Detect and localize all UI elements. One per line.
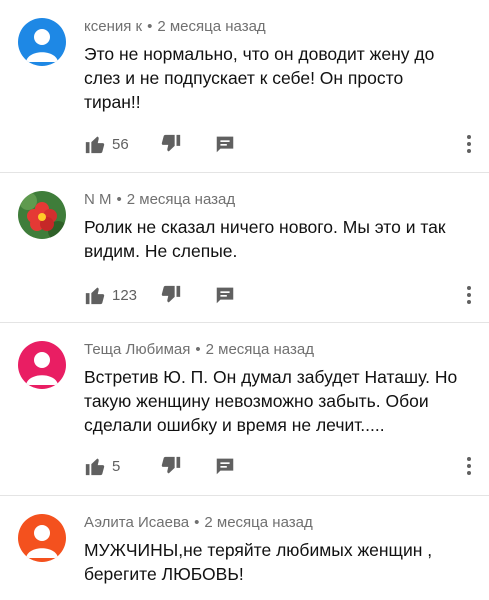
like-icon[interactable] <box>84 455 106 477</box>
avatar[interactable] <box>18 18 66 66</box>
comment-author[interactable]: Теща Любимая <box>84 341 190 358</box>
comment-time[interactable]: 2 месяца назад <box>204 514 312 531</box>
more-options-icon[interactable] <box>465 454 473 478</box>
comment-header: N M • 2 месяца назад <box>84 191 235 208</box>
comment-author[interactable]: ксения к <box>84 18 142 35</box>
separator-dot: • <box>195 341 201 358</box>
avatar[interactable] <box>18 191 66 239</box>
reply-icon[interactable] <box>214 455 236 477</box>
default-avatar-icon <box>18 514 66 562</box>
like-icon[interactable] <box>84 133 106 155</box>
comment-actions: 5 <box>84 454 236 478</box>
comment-item: Аэлита Исаева • 2 месяца назад МУЖЧИНЫ,не … <box>0 496 489 600</box>
comment-actions: 56 <box>84 132 236 156</box>
comment-author[interactable]: N M <box>84 191 112 208</box>
separator-dot: • <box>147 18 153 35</box>
comment-item: N M • 2 месяца назад Ролик не сказал ничег… <box>0 173 489 323</box>
comment-time[interactable]: 2 месяца назад <box>157 18 265 35</box>
comment-item: Теща Любимая • 2 месяца назад Встретив Ю. … <box>0 323 489 496</box>
comment-item: ксения к • 2 месяца назад Это не нормально… <box>0 0 489 173</box>
comment-actions: 123 <box>84 283 236 307</box>
like-count: 5 <box>112 457 121 475</box>
comment-feed: ксения к • 2 месяца назад Это не нормально… <box>0 0 489 600</box>
separator-dot: • <box>116 191 122 208</box>
comment-text: Встретив Ю. П. Он думал забудет Наташу. … <box>84 367 458 435</box>
comment-author[interactable]: Аэлита Исаева <box>84 514 189 531</box>
comment-time[interactable]: 2 месяца назад <box>127 191 235 208</box>
like-count: 56 <box>112 135 129 153</box>
comment-text: МУЖЧИНЫ,не теряйте любимых женщин , бере… <box>84 540 433 584</box>
like-count: 123 <box>112 286 138 304</box>
dislike-icon[interactable] <box>160 455 182 477</box>
comment-header: Аэлита Исаева • 2 месяца назад <box>84 514 313 531</box>
avatar[interactable] <box>18 514 66 562</box>
more-options-icon[interactable] <box>465 132 473 156</box>
comment-text: Ролик не сказал ничего нового. Мы это и … <box>84 217 446 261</box>
comment-header: Теща Любимая • 2 месяца назад <box>84 341 314 358</box>
comment-time[interactable]: 2 месяца назад <box>206 341 314 358</box>
flower-avatar-icon <box>18 191 66 239</box>
comment-text: Это не нормально, что он доводит жену до… <box>84 44 435 112</box>
separator-dot: • <box>194 514 200 531</box>
dislike-icon[interactable] <box>160 133 182 155</box>
comment-header: ксения к • 2 месяца назад <box>84 18 266 35</box>
avatar[interactable] <box>18 341 66 389</box>
default-avatar-icon <box>18 341 66 389</box>
like-icon[interactable] <box>84 284 106 306</box>
reply-icon[interactable] <box>214 133 236 155</box>
reply-icon[interactable] <box>214 284 236 306</box>
default-avatar-icon <box>18 18 66 66</box>
dislike-icon[interactable] <box>160 284 182 306</box>
more-options-icon[interactable] <box>465 283 473 307</box>
